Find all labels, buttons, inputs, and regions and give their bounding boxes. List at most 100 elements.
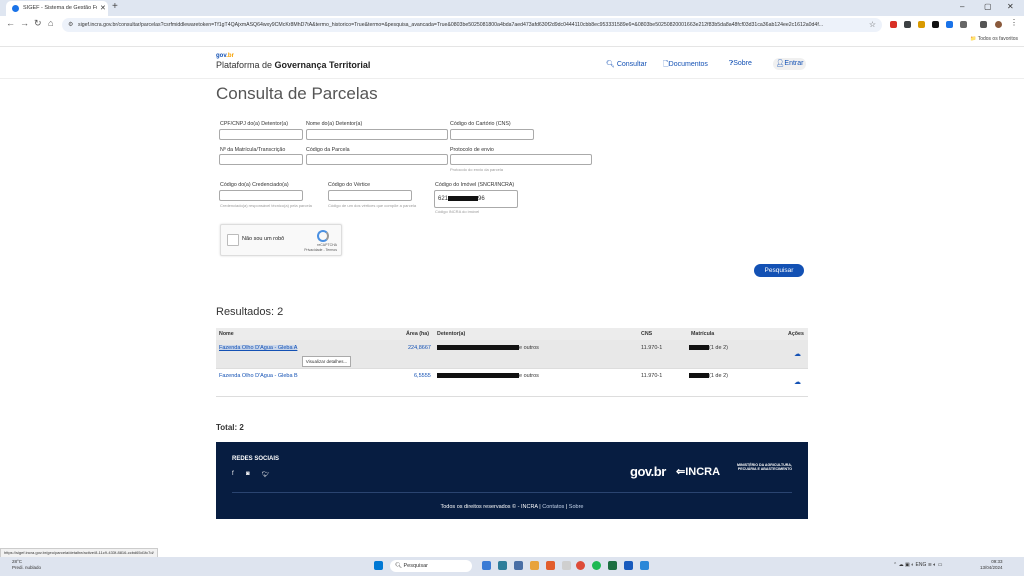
app-icon[interactable] — [514, 561, 523, 570]
cloud-download-icon[interactable]: ☁ — [794, 350, 801, 358]
imovel-hint: Código INCRA do imóvel — [435, 209, 480, 214]
cns-value: 11.970-1 — [641, 373, 663, 379]
all-bookmarks-label: Todos os favoritos — [977, 36, 1018, 42]
recaptcha-checkbox[interactable] — [227, 234, 239, 246]
contatos-link[interactable]: Contatos — [542, 504, 564, 510]
imovel-value-start: 621 — [438, 196, 449, 202]
parcela-input[interactable] — [306, 154, 448, 165]
site-info-icon[interactable]: ⚙ — [68, 18, 73, 32]
weather-temp: 28°C — [12, 559, 23, 564]
chrome-icon[interactable] — [576, 561, 585, 570]
header-acoes: Ações — [788, 331, 804, 337]
close-tab-icon[interactable]: ✕ — [100, 1, 106, 16]
facebook-icon[interactable]: f — [232, 471, 234, 477]
nav-documentos-label: Documentos — [668, 61, 708, 68]
nav-documentos[interactable]: 🗋Documentos — [663, 60, 708, 71]
nome-input[interactable] — [306, 129, 448, 140]
credenciado-input[interactable] — [219, 190, 303, 201]
nav-entrar-label: Entrar — [784, 60, 804, 67]
table-row: Fazenda Olho D'Agua - Gleba B 6,5555 e o… — [216, 368, 808, 397]
weather-widget[interactable]: 28°C Predi. nublado — [12, 559, 41, 570]
govbr-footer-logo[interactable]: gov.br — [630, 464, 666, 479]
bookmarks-bar — [0, 34, 1024, 47]
redaction-bar — [689, 373, 709, 379]
word-icon[interactable] — [624, 561, 633, 570]
taskview-icon[interactable] — [482, 561, 491, 570]
weather-desc: Predi. nublado — [12, 564, 42, 570]
parcela-name-link[interactable]: Fazenda Olho D'Agua - Gleba B — [219, 373, 298, 379]
sidepanel-icon[interactable] — [980, 21, 987, 28]
twitter-icon[interactable]: 🐦︎ — [262, 471, 270, 478]
extension-icon[interactable] — [946, 21, 953, 28]
app-icon[interactable] — [546, 561, 555, 570]
new-tab-button[interactable]: + — [112, 1, 118, 12]
start-icon[interactable] — [374, 561, 383, 570]
back-icon[interactable]: ← — [6, 18, 15, 28]
extension-icon[interactable] — [890, 21, 897, 28]
header-divider — [0, 78, 1024, 79]
all-bookmarks-link[interactable]: 📁 Todos os favoritos — [970, 36, 1018, 42]
site-logo[interactable]: gov.br Plataforma de Governança Territor… — [216, 53, 370, 70]
protocolo-hint: Protocolo do envio da parcela — [450, 167, 503, 172]
header-detentor: Detentor(a) — [437, 331, 466, 337]
cns-input[interactable] — [450, 129, 534, 140]
maximize-button[interactable]: ▢ — [984, 2, 992, 11]
system-tray[interactable]: ⌃ ☁ ▣ ◐ ENG ≋ 🔈︎ ▭ — [893, 562, 942, 568]
extension-icon[interactable] — [932, 21, 939, 28]
forward-icon[interactable]: → — [20, 18, 29, 28]
excel-icon[interactable] — [608, 561, 617, 570]
protocolo-label: Protocolo de envio — [450, 147, 494, 153]
detentor-cell: e outros — [437, 373, 539, 379]
reload-icon[interactable]: ↻ — [34, 18, 42, 29]
close-window-button[interactable]: ✕ — [1007, 2, 1014, 11]
protocolo-input[interactable] — [450, 154, 592, 165]
copyright-text: Todos os direitos reservados © - INCRA | — [440, 504, 543, 510]
cloud-download-icon[interactable]: ☁ — [794, 378, 801, 386]
address-bar[interactable]: ⚙ sigef.incra.gov.br/consultar/parcelas?… — [62, 18, 882, 32]
instagram-icon[interactable]: ◙ — [246, 471, 250, 477]
app-icon[interactable] — [498, 561, 507, 570]
spotify-icon[interactable] — [592, 561, 601, 570]
br-text: .br — [226, 53, 234, 59]
ministerio-logo[interactable]: MINISTÉRIO DA AGRICULTURA, PECUÁRIA E AB… — [732, 463, 792, 472]
home-icon[interactable]: ⌂ — [48, 18, 53, 28]
browser-tab[interactable]: SIGEF - Sistema de Gestão Fu... ✕ — [6, 1, 108, 16]
parcela-name-link[interactable]: Fazenda Olho D'Agua - Gleba A — [219, 345, 298, 351]
bookmark-star-icon[interactable]: ☆ — [869, 18, 876, 32]
extension-icon[interactable] — [904, 21, 911, 28]
taskbar-search[interactable]: 🔍︎ Pesquisar — [390, 560, 472, 572]
vertice-label: Código do Vértice — [328, 182, 371, 188]
platform-name: Plataforma de Governança Territorial — [216, 60, 370, 70]
detentor-suffix: e outros — [519, 373, 539, 379]
cpf-label: CPF/CNPJ do(a) Detentor(a) — [220, 121, 288, 127]
app-icon[interactable] — [562, 561, 571, 570]
favicon-icon — [12, 5, 19, 12]
app-icon[interactable] — [640, 561, 649, 570]
imovel-input[interactable]: 621 96 — [434, 190, 518, 208]
results-title: Resultados: 2 — [216, 306, 284, 318]
incra-logo[interactable]: ⇐INCRA — [676, 465, 720, 478]
menu-icon[interactable]: ⋮ — [1010, 18, 1018, 27]
platform-name-bold: Governança Territorial — [274, 60, 371, 70]
nav-entrar[interactable]: 👤︎Entrar — [773, 58, 806, 70]
matricula-input[interactable] — [219, 154, 303, 165]
search-button[interactable]: Pesquisar — [754, 264, 804, 277]
redaction-bar — [437, 345, 519, 351]
profile-avatar[interactable] — [995, 21, 1002, 28]
date: 13/04/2024 — [980, 565, 1003, 570]
file-explorer-icon[interactable] — [530, 561, 539, 570]
minimize-button[interactable]: – — [960, 2, 964, 11]
vertice-input[interactable] — [328, 190, 412, 201]
address-url: sigef.incra.gov.br/consultar/parcelas?cs… — [78, 22, 824, 28]
redaction-bar — [437, 373, 519, 379]
total-count: Total: 2 — [216, 423, 244, 432]
extension-icon[interactable] — [918, 21, 925, 28]
cpf-input[interactable] — [219, 129, 303, 140]
clock[interactable]: 09:33 13/04/2024 — [980, 559, 1003, 571]
extensions-puzzle-icon[interactable] — [960, 21, 967, 28]
nav-consultar[interactable]: 🔍︎ Consultar — [606, 60, 647, 68]
sobre-link[interactable]: Sobre — [569, 504, 584, 510]
recaptcha-terms[interactable]: Privacidade - Termos — [304, 248, 337, 252]
header-nome: Nome — [219, 331, 234, 337]
nav-sobre[interactable]: ❓︎Sobre — [729, 60, 752, 68]
